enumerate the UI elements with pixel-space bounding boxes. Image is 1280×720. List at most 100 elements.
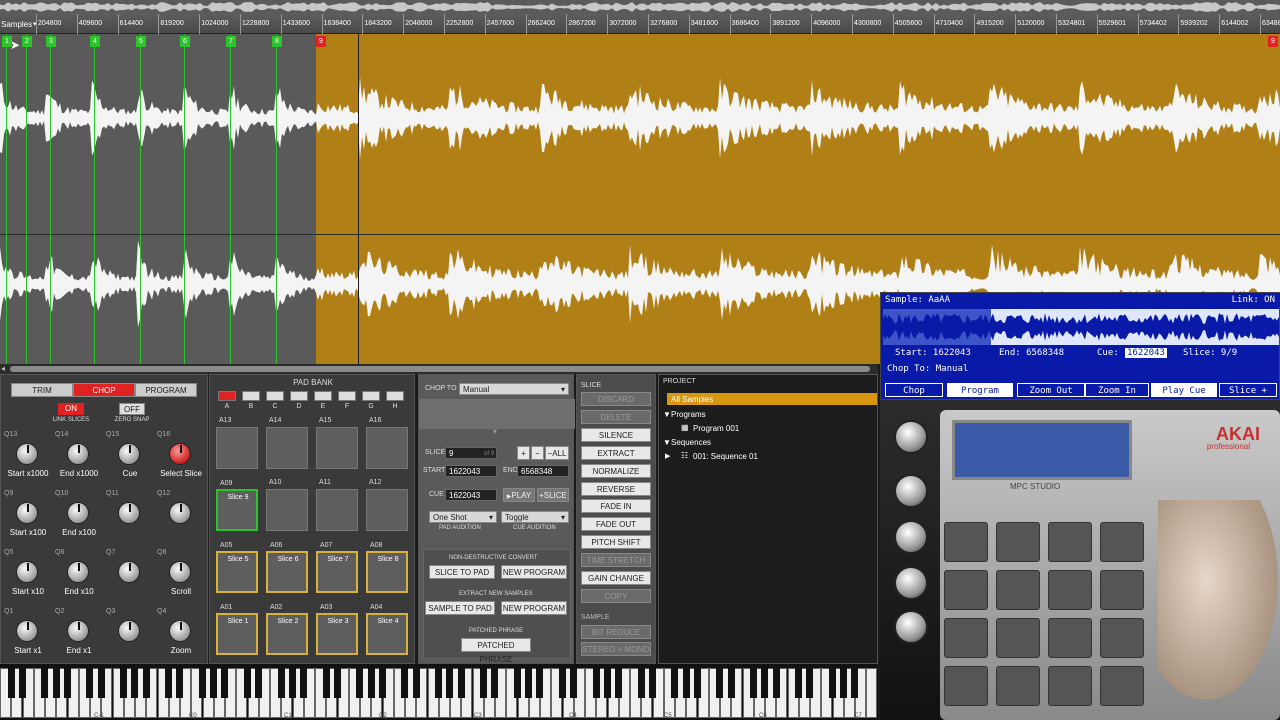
sequences-folder[interactable]: Sequences: [671, 438, 711, 447]
pad[interactable]: A10: [266, 479, 308, 531]
q-link-knob[interactable]: [169, 502, 191, 524]
pad[interactable]: A11: [316, 479, 358, 531]
piano-black-key[interactable]: [491, 668, 499, 698]
pad-bank-button[interactable]: [242, 391, 260, 401]
piano-black-key[interactable]: [7, 668, 15, 698]
play-button[interactable]: ▶PLAY: [503, 488, 535, 502]
q-link-knob[interactable]: [67, 443, 89, 465]
slice-action-button[interactable]: COPY: [581, 588, 651, 603]
piano-black-key[interactable]: [480, 668, 487, 698]
pad-bank-button[interactable]: [290, 391, 308, 401]
mode-program-button[interactable]: PROGRAM: [135, 383, 197, 397]
slice-last-marker[interactable]: 9: [1268, 36, 1278, 47]
q-link-knob[interactable]: [67, 502, 89, 524]
piano-black-key[interactable]: [671, 668, 679, 698]
slice-line[interactable]: [276, 34, 277, 364]
slice-marker[interactable]: 2: [22, 36, 32, 47]
piano-black-key[interactable]: [637, 668, 645, 698]
sequences-expand-icon[interactable]: ▼: [663, 438, 671, 447]
slice-action-button[interactable]: NORMALIZE: [581, 463, 651, 478]
piano-black-key[interactable]: [176, 668, 184, 698]
q-link-knob[interactable]: [169, 561, 191, 583]
piano-black-key[interactable]: [716, 668, 724, 698]
expand-chevron-icon[interactable]: ▾: [493, 427, 497, 436]
piano-black-key[interactable]: [378, 668, 386, 698]
slice-marker[interactable]: 6: [180, 36, 190, 47]
slice-line[interactable]: [50, 34, 51, 364]
piano-black-key[interactable]: [558, 668, 566, 698]
piano-black-key[interactable]: [412, 668, 420, 698]
slice-action-button[interactable]: FADE IN: [581, 499, 651, 514]
slice-marker[interactable]: 5: [136, 36, 146, 47]
slice-action-button[interactable]: REVERSE: [581, 481, 651, 496]
piano-black-key[interactable]: [648, 668, 656, 698]
slice-marker[interactable]: 3: [46, 36, 56, 47]
pad[interactable]: A16: [366, 417, 408, 469]
slice-to-pad-button[interactable]: SLICE TO PAD: [429, 565, 495, 579]
start-field[interactable]: 1622043: [445, 465, 497, 477]
play-cursor[interactable]: [358, 34, 359, 364]
piano-black-key[interactable]: [435, 668, 442, 698]
piano-black-key[interactable]: [356, 668, 364, 698]
slice-line[interactable]: [26, 34, 27, 364]
pad[interactable]: A09 Slice 9: [216, 480, 258, 531]
piano-black-key[interactable]: [322, 668, 330, 698]
q-link-knob[interactable]: [169, 443, 191, 465]
slice-action-button[interactable]: EXTRACT: [581, 445, 651, 460]
sample-action-button[interactable]: STEREO > MONO: [581, 642, 651, 656]
piano-black-key[interactable]: [727, 668, 735, 698]
sample-ruler[interactable]: Samples ▾ 204800 409600 614400 819200 102400…: [0, 0, 1280, 34]
slice-marker[interactable]: 4: [90, 36, 100, 47]
q-link-knob[interactable]: [67, 561, 89, 583]
pad[interactable]: A07 Slice 7: [316, 542, 358, 593]
add-slice-button[interactable]: +: [517, 446, 530, 460]
piano-black-key[interactable]: [367, 668, 375, 698]
q-link-knob[interactable]: [16, 502, 38, 524]
piano-black-key[interactable]: [165, 668, 172, 698]
slice-action-button[interactable]: PITCH SHIFT: [581, 535, 651, 550]
pad-bank-button[interactable]: [266, 391, 284, 401]
q-link-knob[interactable]: [118, 502, 140, 524]
program-001-item[interactable]: Program 001: [693, 424, 739, 433]
piano-black-key[interactable]: [142, 668, 150, 698]
slice-action-button[interactable]: TIME STRETCH: [581, 553, 651, 568]
programs-expand-icon[interactable]: ▼: [663, 410, 671, 419]
pad[interactable]: A15: [316, 417, 358, 469]
pad-bank-button[interactable]: [218, 391, 236, 401]
piano-black-key[interactable]: [840, 668, 847, 698]
new-program-button[interactable]: NEW PROGRAM: [501, 565, 567, 579]
sample-to-pad-button[interactable]: SAMPLE TO PAD: [425, 601, 495, 615]
slice-end-marker[interactable]: 9: [316, 36, 326, 47]
pad[interactable]: A13: [216, 417, 258, 469]
pad-bank-button[interactable]: [314, 391, 332, 401]
pad[interactable]: A14: [266, 417, 308, 469]
piano-black-key[interactable]: [750, 668, 757, 698]
piano-black-key[interactable]: [243, 668, 251, 698]
sequence-expand-icon[interactable]: ▶: [665, 452, 670, 460]
overview-waveform[interactable]: [0, 0, 1280, 14]
q-link-knob[interactable]: [118, 620, 140, 642]
pad-bank-button[interactable]: [362, 391, 380, 401]
pad[interactable]: A04 Slice 4: [366, 604, 408, 655]
piano-black-key[interactable]: [795, 668, 802, 698]
slice-action-button[interactable]: DELETE: [581, 409, 651, 424]
piano-black-key[interactable]: [772, 668, 780, 698]
q-link-knob[interactable]: [16, 561, 38, 583]
piano-black-key[interactable]: [446, 668, 454, 698]
mode-chop-button[interactable]: CHOP: [73, 383, 135, 397]
piano-black-key[interactable]: [221, 668, 229, 698]
chop-to-dropdown[interactable]: Manual ▾: [459, 383, 569, 395]
cue-audition-dropdown[interactable]: Toggle ▾: [501, 511, 569, 523]
scroll-left-icon[interactable]: ◂: [1, 364, 5, 373]
pad-bank-button[interactable]: [386, 391, 404, 401]
programs-folder[interactable]: Programs: [671, 410, 706, 419]
piano-black-key[interactable]: [288, 668, 296, 698]
piano-black-key[interactable]: [693, 668, 701, 698]
piano-black-key[interactable]: [401, 668, 409, 698]
pad[interactable]: A03 Slice 3: [316, 604, 358, 655]
q-link-knob[interactable]: [169, 620, 191, 642]
piano-black-key[interactable]: [97, 668, 105, 698]
piano-black-key[interactable]: [761, 668, 769, 698]
link-slices-toggle[interactable]: ON: [58, 403, 84, 415]
pad[interactable]: A01 Slice 1: [216, 604, 258, 655]
